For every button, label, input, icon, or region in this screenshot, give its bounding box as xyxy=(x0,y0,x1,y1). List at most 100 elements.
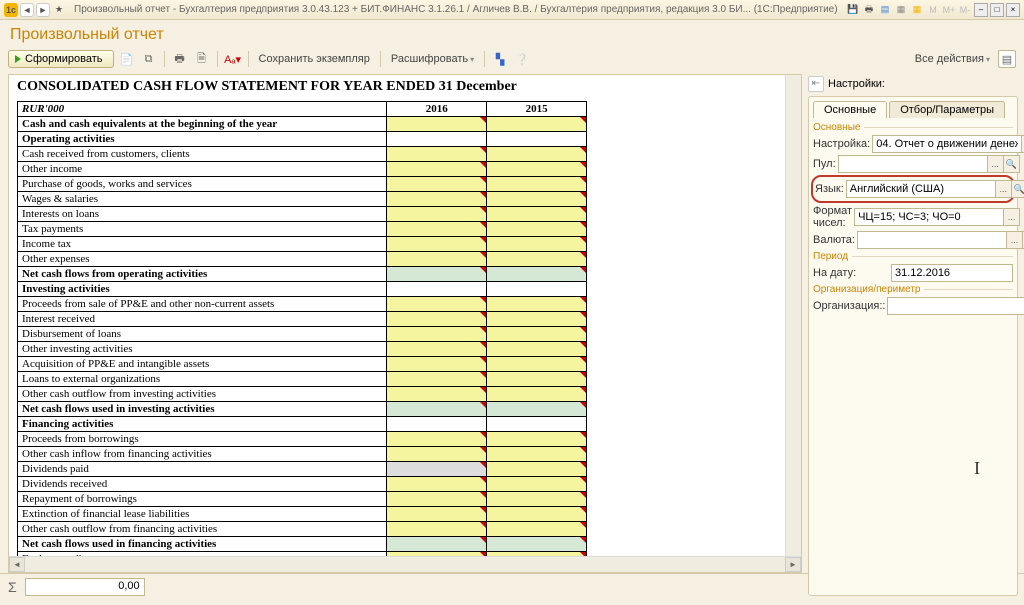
value-cell[interactable] xyxy=(387,342,487,357)
scroll-right-button[interactable]: ► xyxy=(785,557,801,572)
copy-icon[interactable]: ⧉ xyxy=(140,50,158,68)
value-cell[interactable] xyxy=(487,417,587,432)
tab-params[interactable]: Отбор/Параметры xyxy=(889,101,1005,118)
value-cell[interactable] xyxy=(487,432,587,447)
value-cell[interactable] xyxy=(487,372,587,387)
value-cell[interactable] xyxy=(487,147,587,162)
value-cell[interactable] xyxy=(487,162,587,177)
value-cell[interactable] xyxy=(387,162,487,177)
value-cell[interactable] xyxy=(487,387,587,402)
numfmt-field[interactable]: ... xyxy=(854,208,1020,226)
all-actions-link[interactable]: Все действия xyxy=(911,51,994,67)
ellipsis-button[interactable]: ... xyxy=(987,156,1003,172)
value-cell[interactable] xyxy=(487,252,587,267)
value-cell[interactable] xyxy=(487,462,587,477)
value-cell[interactable] xyxy=(387,387,487,402)
m-minus-icon[interactable]: M- xyxy=(958,3,972,17)
value-cell[interactable] xyxy=(387,267,487,282)
calc-icon[interactable]: ▦ xyxy=(894,3,908,17)
org-input[interactable] xyxy=(888,298,1024,314)
value-cell[interactable] xyxy=(387,282,487,297)
preview-icon[interactable]: 🗎 xyxy=(193,50,211,68)
m-icon[interactable]: M xyxy=(926,3,940,17)
maximize-button[interactable]: □ xyxy=(990,3,1004,17)
tab-main[interactable]: Основные xyxy=(813,101,887,118)
value-cell[interactable] xyxy=(387,222,487,237)
date-input[interactable] xyxy=(892,265,1024,281)
value-cell[interactable] xyxy=(487,447,587,462)
setting-input[interactable] xyxy=(873,136,1021,152)
decode-link[interactable]: Расшифровать xyxy=(387,51,478,67)
value-cell[interactable] xyxy=(487,537,587,552)
minimize-button[interactable]: – xyxy=(974,3,988,17)
value-cell[interactable] xyxy=(387,507,487,522)
help-icon[interactable]: ❔ xyxy=(513,50,531,68)
value-cell[interactable] xyxy=(487,222,587,237)
new-icon[interactable]: 📄 xyxy=(118,50,136,68)
close-button[interactable]: × xyxy=(1006,3,1020,17)
value-cell[interactable] xyxy=(487,492,587,507)
collapse-panel-icon[interactable]: ⇤ xyxy=(808,76,824,92)
value-cell[interactable] xyxy=(387,402,487,417)
date-field[interactable]: ▦ xyxy=(891,264,1013,282)
value-cell[interactable] xyxy=(487,267,587,282)
value-cell[interactable] xyxy=(487,327,587,342)
print-icon[interactable]: 🖶 xyxy=(862,3,876,17)
lang-input[interactable] xyxy=(847,181,995,197)
value-cell[interactable] xyxy=(487,192,587,207)
value-cell[interactable] xyxy=(387,432,487,447)
value-cell[interactable] xyxy=(487,402,587,417)
print-tool-icon[interactable]: 🖶 xyxy=(171,50,189,68)
search-button[interactable]: 🔍 xyxy=(1003,156,1019,172)
value-cell[interactable] xyxy=(487,552,587,557)
m-plus-icon[interactable]: M+ xyxy=(942,3,956,17)
value-cell[interactable] xyxy=(387,522,487,537)
pool-field[interactable]: ...🔍 xyxy=(838,155,1020,173)
value-cell[interactable] xyxy=(387,327,487,342)
value-cell[interactable] xyxy=(387,552,487,557)
settings-toggle-icon[interactable]: ▤ xyxy=(998,50,1016,68)
value-cell[interactable] xyxy=(387,447,487,462)
value-cell[interactable] xyxy=(387,252,487,267)
chart-icon[interactable]: ▚ xyxy=(491,50,509,68)
value-cell[interactable] xyxy=(387,117,487,132)
value-cell[interactable] xyxy=(387,462,487,477)
value-cell[interactable] xyxy=(387,357,487,372)
value-cell[interactable] xyxy=(487,507,587,522)
ellipsis-button[interactable]: ... xyxy=(1003,209,1019,225)
lang-field[interactable]: ...🔍 xyxy=(846,180,1024,198)
value-cell[interactable] xyxy=(387,147,487,162)
setting-field[interactable]: ...🔍 xyxy=(872,135,1024,153)
value-cell[interactable] xyxy=(487,312,587,327)
value-cell[interactable] xyxy=(387,492,487,507)
ellipsis-button[interactable]: ... xyxy=(1006,232,1022,248)
font-icon[interactable]: Aₐ▾ xyxy=(224,50,242,68)
value-cell[interactable] xyxy=(387,192,487,207)
numfmt-input[interactable] xyxy=(855,209,1003,225)
scroll-left-button[interactable]: ◄ xyxy=(9,557,25,572)
value-cell[interactable] xyxy=(487,177,587,192)
value-cell[interactable] xyxy=(487,297,587,312)
nav-back-icon[interactable]: ◄ xyxy=(20,3,34,17)
value-cell[interactable] xyxy=(387,237,487,252)
report-scroll[interactable]: CONSOLIDATED CASH FLOW STATEMENT FOR YEA… xyxy=(9,75,801,556)
doc-icon[interactable]: ▤ xyxy=(878,3,892,17)
save-copy-link[interactable]: Сохранить экземпляр xyxy=(255,51,374,67)
value-cell[interactable] xyxy=(387,537,487,552)
save-icon[interactable]: 💾 xyxy=(846,3,860,17)
value-cell[interactable] xyxy=(487,522,587,537)
nav-fwd-icon[interactable]: ► xyxy=(36,3,50,17)
search-button[interactable]: 🔍 xyxy=(1011,181,1024,197)
pool-input[interactable] xyxy=(839,156,987,172)
value-cell[interactable] xyxy=(387,477,487,492)
value-cell[interactable] xyxy=(487,132,587,147)
horizontal-scrollbar[interactable]: ◄ ► xyxy=(9,556,801,572)
value-cell[interactable] xyxy=(387,417,487,432)
ellipsis-button[interactable]: ... xyxy=(995,181,1011,197)
value-cell[interactable] xyxy=(487,207,587,222)
value-cell[interactable] xyxy=(487,357,587,372)
value-cell[interactable] xyxy=(487,477,587,492)
value-cell[interactable] xyxy=(387,312,487,327)
value-cell[interactable] xyxy=(487,117,587,132)
value-cell[interactable] xyxy=(387,207,487,222)
